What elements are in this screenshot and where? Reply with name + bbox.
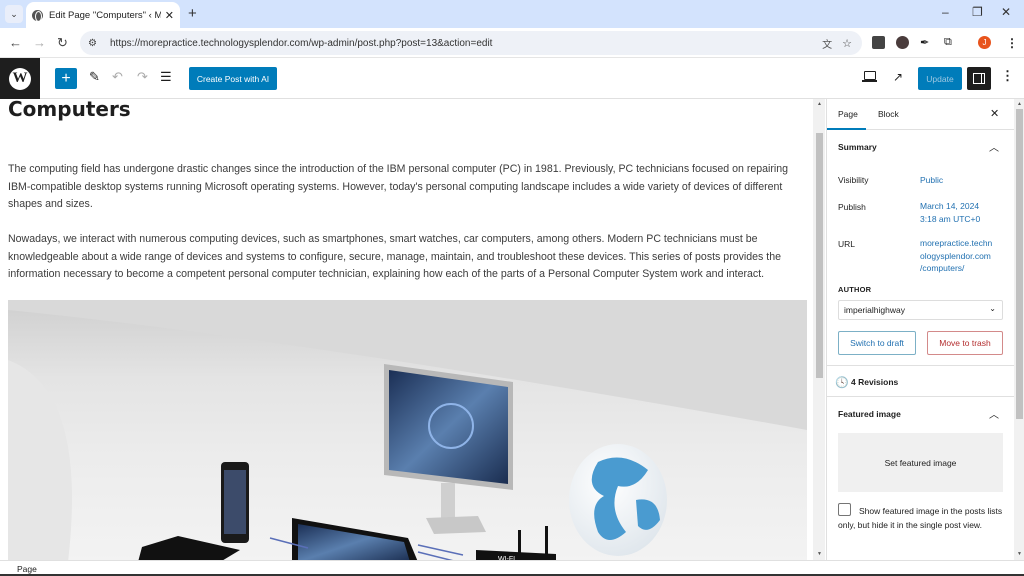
forward-button[interactable]: → [33, 35, 46, 50]
undo-icon[interactable]: ↶ [112, 69, 123, 85]
paragraph-block-2[interactable]: Nowadays, we interact with numerous comp… [8, 231, 798, 284]
edit-tools-pencil-icon[interactable]: ✎ [89, 69, 100, 85]
sidebar-scrollbar-thumb[interactable] [1016, 109, 1023, 419]
page-title[interactable]: Computers [8, 99, 131, 121]
reload-button[interactable]: ↻ [57, 35, 68, 51]
maximize-button[interactable]: ❐ [972, 5, 983, 19]
editor-toolbar: W + ✎ ↶ ↷ ☰ Create Post with AI ↗ Update… [0, 58, 1024, 99]
new-tab-button[interactable]: + [188, 5, 197, 22]
scroll-down-arrow-icon[interactable]: ▼ [817, 551, 822, 557]
browser-tab-strip: ⌄ Edit Page "Computers" ‹ More P ✕ + – ❐… [0, 0, 1024, 28]
extensions-puzzle-icon[interactable]: ⧉ [944, 36, 957, 49]
tab-search-button[interactable]: ⌄ [5, 5, 23, 23]
minimize-button[interactable]: – [942, 5, 949, 19]
redo-icon[interactable]: ↷ [137, 69, 148, 85]
url-omnibox[interactable]: ⚙ https://morepractice.technologysplendo… [80, 31, 862, 55]
set-featured-image-button[interactable]: Set featured image [838, 433, 1003, 492]
editor-scrollbar-thumb[interactable] [816, 133, 823, 378]
summary-heading: Summary [838, 142, 877, 152]
visibility-label: Visibility [838, 175, 869, 185]
author-value: imperialhighway [844, 305, 905, 315]
wifi-router: WI-FI [476, 526, 556, 560]
settings-sidebar: Page Block ✕ Summary ︿ Visibility Public… [826, 99, 1014, 560]
url-text[interactable]: https://morepractice.technologysplendor.… [110, 38, 822, 49]
translate-icon[interactable]: 文 [822, 36, 832, 51]
chevron-down-icon: ⌄ [10, 8, 18, 19]
sidebar-tabs: Page Block ✕ [827, 99, 1014, 130]
back-button[interactable]: ← [9, 35, 22, 50]
permalink-line: ologysplendor.com [920, 250, 991, 261]
bookmark-star-icon[interactable]: ☆ [842, 37, 852, 50]
divider [827, 396, 1014, 397]
url-label: URL [838, 239, 856, 249]
publish-date-button[interactable]: March 14, 2024 3:18 am UTC+0 [920, 200, 980, 225]
close-sidebar-icon[interactable]: ✕ [990, 107, 999, 120]
address-bar-row: ← → ↻ ⚙ https://morepractice.technologys… [0, 28, 1024, 58]
view-page-external-icon[interactable]: ↗ [893, 70, 903, 84]
visibility-value[interactable]: Public [920, 174, 943, 187]
featured-image-heading[interactable]: Featured image [838, 409, 901, 419]
tab-title: Edit Page "Computers" ‹ More P [49, 9, 161, 21]
publish-date: March 14, 2024 [920, 201, 980, 211]
sidebar-icon [973, 73, 985, 84]
block-inserter-button[interactable]: + [55, 68, 77, 89]
history-icon: 🕓 [835, 377, 849, 389]
tab-page[interactable]: Page [838, 109, 858, 119]
publish-time: 3:18 am UTC+0 [920, 213, 981, 224]
smartphone [221, 462, 249, 543]
update-button[interactable]: Update [918, 67, 962, 90]
revisions-link[interactable]: 4 Revisions [851, 377, 898, 387]
chevron-up-icon[interactable]: ︿ [989, 139, 999, 154]
scroll-up-arrow-icon[interactable]: ▲ [1017, 101, 1022, 107]
tab-block[interactable]: Block [878, 109, 899, 119]
scroll-down-arrow-icon[interactable]: ▼ [1017, 551, 1022, 557]
profile-avatar[interactable]: J [978, 36, 991, 49]
switch-to-draft-button[interactable]: Switch to draft [838, 331, 916, 355]
hide-featured-image-label[interactable]: Show featured image in the posts lists o… [838, 504, 1008, 532]
browser-menu-icon[interactable]: ⋮ [1006, 36, 1019, 50]
browser-tab[interactable]: Edit Page "Computers" ‹ More P ✕ [26, 2, 180, 28]
breadcrumb-page[interactable]: Page [17, 564, 37, 574]
permalink-line: /computers/ [920, 263, 965, 273]
permalink-line: morepractice.techn [920, 238, 993, 248]
eyedropper-icon[interactable]: ✒ [920, 36, 933, 49]
editor-scrollbar[interactable]: ▲ ▼ [813, 99, 825, 560]
options-menu-icon[interactable]: ⋮ [1001, 68, 1014, 84]
globe-icon [32, 9, 43, 22]
laptop [292, 518, 418, 560]
divider [827, 365, 1014, 366]
extension-k-icon[interactable] [896, 36, 909, 49]
document-overview-icon[interactable]: ☰ [160, 69, 172, 85]
globe [569, 444, 667, 556]
preview-device-icon[interactable] [862, 71, 877, 82]
permalink-button[interactable]: morepractice.techn ologysplendor.com /co… [920, 237, 992, 275]
monitor [384, 364, 513, 534]
wordpress-logo-icon: W [9, 67, 31, 90]
editor-canvas[interactable]: Computers The computing field has underg… [0, 99, 813, 560]
scroll-up-arrow-icon[interactable]: ▲ [817, 101, 822, 107]
author-select[interactable]: imperialhighway ⌄ [838, 300, 1003, 320]
devices-illustration: WI-FI [8, 300, 807, 560]
create-post-with-ai-button[interactable]: Create Post with AI [189, 67, 277, 90]
background-curve [8, 360, 72, 560]
sidebar-scrollbar[interactable]: ▲ ▼ [1014, 99, 1024, 560]
close-window-button[interactable]: ✕ [1001, 5, 1011, 19]
close-tab-icon[interactable]: ✕ [165, 9, 174, 22]
chevron-up-icon[interactable]: ︿ [989, 406, 999, 421]
settings-sidebar-toggle[interactable] [967, 67, 991, 90]
publish-label: Publish [838, 202, 866, 212]
paragraph-block-1[interactable]: The computing field has undergone drasti… [8, 161, 798, 214]
image-block[interactable]: WI-FI [8, 300, 807, 560]
site-info-icon[interactable]: ⚙ [88, 38, 100, 49]
move-to-trash-button[interactable]: Move to trash [927, 331, 1003, 355]
wordpress-logo-button[interactable]: W [0, 58, 40, 99]
extension-m-icon[interactable] [872, 36, 885, 49]
summary-panel-header[interactable]: Summary ︿ [827, 130, 1014, 164]
author-label: AUTHOR [838, 285, 872, 294]
chevron-down-icon: ⌄ [989, 304, 996, 313]
